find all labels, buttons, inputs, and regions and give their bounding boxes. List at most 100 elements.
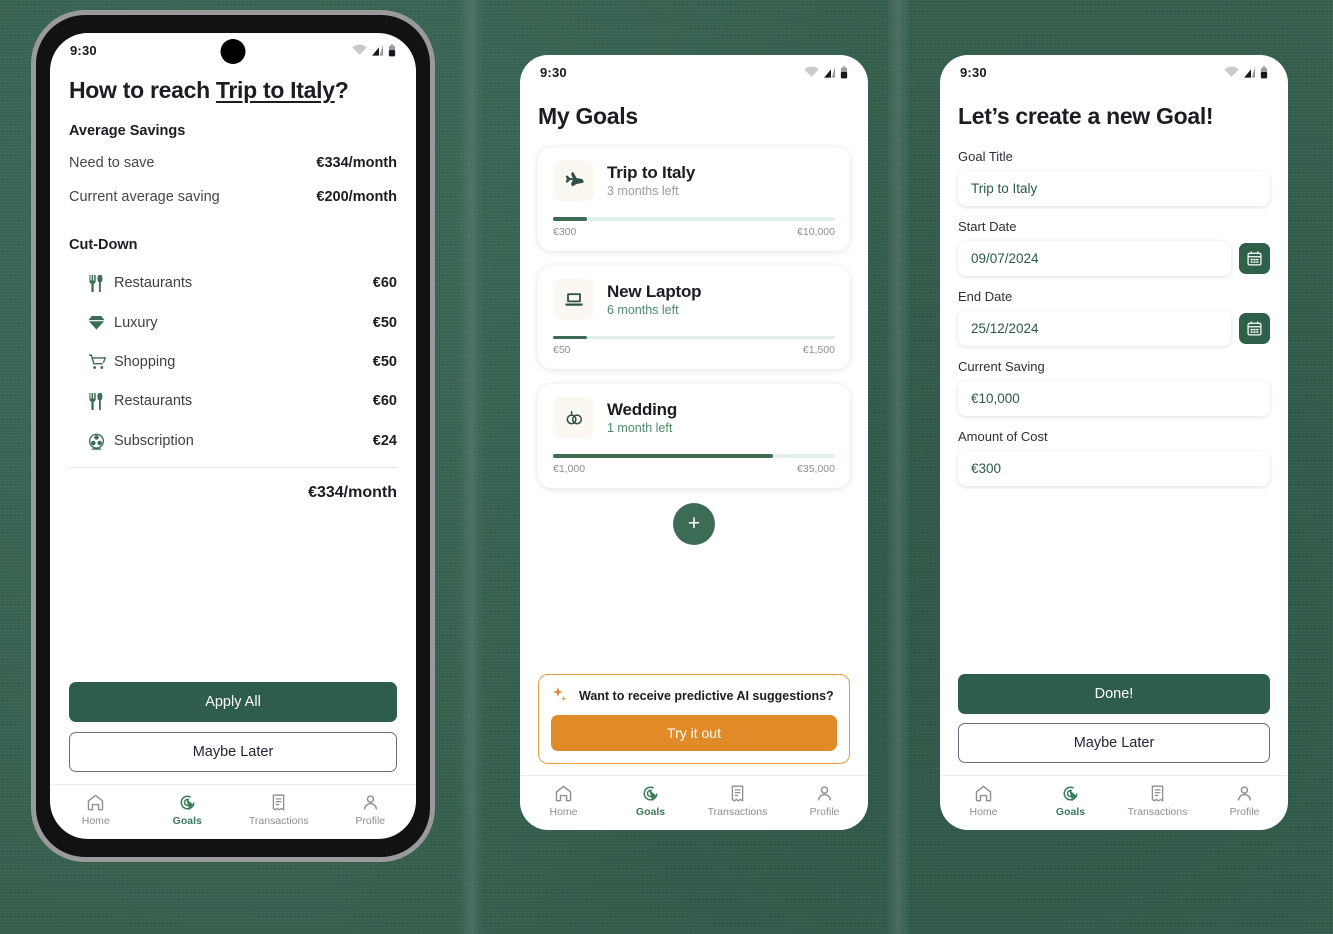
page-title: How to reach Trip to Italy? (69, 77, 397, 104)
goal-name: New Laptop (607, 281, 702, 301)
savings-row: Need to save €334/month (69, 146, 397, 180)
nav-item-home[interactable]: Home (520, 784, 607, 818)
status-icons (352, 43, 396, 57)
goal-card[interactable]: New Laptop 6 months left €50 €1,500 (538, 265, 850, 369)
page-title: My Goals (538, 103, 638, 129)
page-title-goal: Trip to Italy (215, 77, 335, 103)
goal-progress-labels: €300 €10,000 (553, 226, 835, 238)
goal-card-header: Wedding 1 month left (553, 397, 835, 438)
goal-name: Wedding (607, 400, 678, 419)
nav-item-goals[interactable]: Goals (142, 793, 234, 827)
screen1-content: How to reach Trip to Italy? Average Savi… (50, 67, 416, 839)
field-label: Amount of Cost (958, 429, 1048, 444)
field-row: €300 (958, 451, 1270, 486)
cutdown-row-label: Restaurants (114, 393, 193, 409)
field-label: End Date (958, 289, 1013, 304)
signal-icon (372, 44, 384, 56)
cutdown-row[interactable]: Restaurants €60 (69, 381, 397, 421)
nav-label-home: Home (81, 815, 110, 827)
goal-time-left: 1 month left (607, 421, 673, 435)
calendar-icon (1247, 321, 1262, 336)
start-date-calendar-button[interactable] (1239, 243, 1270, 274)
field-label: Start Date (958, 219, 1017, 234)
cutdown-heading: Cut-Down (69, 237, 138, 253)
nav-item-home[interactable]: Home (50, 793, 142, 827)
field-goal-title: Goal Title Trip to Italy (958, 149, 1270, 206)
nav-item-goals[interactable]: Goals (607, 784, 694, 818)
goal-card-header: New Laptop 6 months left (553, 278, 835, 320)
wifi-icon (1224, 66, 1239, 77)
nav-label-goals: Goals (172, 815, 202, 827)
person-icon (817, 786, 832, 801)
end-date-calendar-button[interactable] (1239, 313, 1270, 344)
person-icon (1237, 786, 1252, 801)
phone-mockup-cutdown: 9:30 How to reach Trip to Italy? Average… (31, 10, 435, 862)
end-date-input[interactable]: 25/12/2024 (958, 311, 1231, 346)
cutdown-row[interactable]: Restaurants €60 (69, 263, 397, 303)
cutdown-row[interactable]: Luxury €50 (69, 303, 397, 342)
nav-item-transactions[interactable]: Transactions (694, 784, 781, 818)
goal-time-left: 3 months left (607, 184, 679, 198)
receipt-icon (272, 794, 285, 812)
nav-label-profile: Profile (1229, 806, 1260, 818)
field-row: €10,000 (958, 381, 1270, 416)
create-goal-form: Goal Title Trip to Italy Start Date 09/0… (940, 149, 1288, 499)
screen-create-goal: 9:30 Let’s create a new Goal! Goal Title… (940, 55, 1288, 830)
sparkle-icon (553, 687, 567, 702)
nav-item-home[interactable]: Home (940, 784, 1027, 818)
diamond-icon (88, 315, 114, 330)
maybe-later-button[interactable]: Maybe Later (69, 732, 397, 772)
status-bar: 9:30 (520, 55, 868, 89)
field-current-saving: Current Saving €10,000 (958, 359, 1270, 416)
goal-name: Trip to Italy (607, 163, 696, 182)
cutdown-row[interactable]: Shopping €50 (69, 342, 397, 381)
nav-label-transactions: Transactions (1127, 806, 1188, 818)
goals-target-icon (180, 795, 195, 811)
receipt-icon (731, 785, 744, 803)
screen-how-to-reach: 9:30 How to reach Trip to Italy? Average… (50, 33, 416, 839)
person-icon (363, 795, 377, 810)
goal-title-input[interactable]: Trip to Italy (958, 171, 1270, 206)
restaurant-icon (88, 274, 114, 292)
wifi-icon (352, 44, 367, 55)
screen2-content: My Goals Trip to Italy 3 months left €30… (520, 89, 868, 830)
current-saving-input[interactable]: €10,000 (958, 381, 1270, 416)
nav-item-transactions[interactable]: Transactions (233, 793, 325, 827)
field-label: Current Saving (958, 359, 1045, 374)
done-button[interactable]: Done! (958, 674, 1270, 714)
goal-progress-track (553, 454, 835, 458)
goal-target-amount: €1,500 (802, 344, 835, 356)
goal-progress-labels: €50 €1,500 (553, 344, 835, 356)
receipt-icon (1151, 785, 1164, 803)
goal-card[interactable]: Wedding 1 month left €1,000 €35,000 (538, 384, 850, 488)
cutdown-row-label: Restaurants (114, 275, 193, 291)
cutdown-row[interactable]: Subscription €24 (69, 421, 397, 461)
goal-current-amount: €1,000 (553, 462, 586, 475)
status-bar: 9:30 (940, 55, 1288, 89)
nav-item-profile[interactable]: Profile (1201, 784, 1288, 818)
start-date-input[interactable]: 09/07/2024 (958, 241, 1231, 276)
goal-card[interactable]: Trip to Italy 3 months left €300 €10,000 (538, 147, 850, 251)
apply-all-button[interactable]: Apply All (69, 682, 397, 722)
bottom-nav: Home Goals Transactions Profile (520, 775, 868, 830)
nav-item-profile[interactable]: Profile (781, 784, 868, 818)
cutdown-row-label: Luxury (114, 314, 158, 331)
goal-current-amount: €50 (553, 344, 571, 356)
savings-row-value: €200/month (316, 189, 397, 205)
try-it-out-button[interactable]: Try it out (551, 715, 837, 751)
maybe-later-button[interactable]: Maybe Later (958, 723, 1270, 763)
wifi-icon (804, 66, 819, 77)
status-bar: 9:30 (50, 33, 416, 67)
nav-item-profile[interactable]: Profile (325, 793, 417, 827)
nav-item-goals[interactable]: Goals (1027, 784, 1114, 818)
status-time: 9:30 (540, 64, 567, 80)
nav-item-transactions[interactable]: Transactions (1114, 784, 1201, 818)
page-title-suffix: ? (334, 77, 349, 103)
amount-of-cost-input[interactable]: €300 (958, 451, 1270, 486)
page-title: Let’s create a new Goal! (958, 103, 1214, 129)
add-goal-button[interactable]: + (673, 502, 715, 545)
airplane-icon (553, 160, 594, 201)
nav-label-profile: Profile (809, 806, 840, 818)
